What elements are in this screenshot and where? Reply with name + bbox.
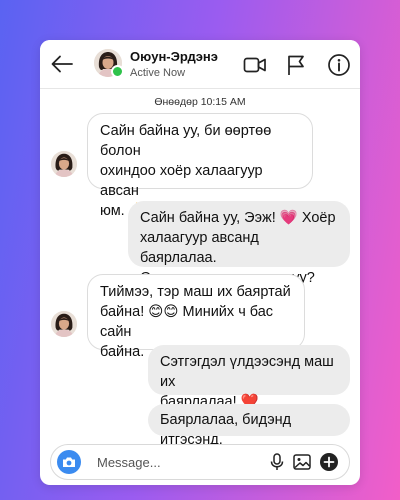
- message-bubble-outgoing[interactable]: Сэтгэгдэл үлдээсэнд маш их баярлалаа! ❤️: [148, 345, 350, 410]
- message-line: Сайн байна уу, би өөртөө болон: [100, 123, 272, 159]
- message-bubble-outgoing[interactable]: Сайн байна уу, Ээж! 💗 Хоёр халаагуур авс…: [128, 201, 350, 286]
- message-line: Сэтгэгдэл үлдээсэнд маш их: [160, 354, 334, 390]
- message-bubble-incoming[interactable]: Сайн байна уу, би өөртөө болон охиндоо х…: [87, 113, 313, 219]
- message-composer: [50, 444, 350, 480]
- message-line: халаагуур авсанд баярлалаа.: [140, 230, 259, 266]
- online-status-dot: [111, 65, 124, 78]
- camera-icon[interactable]: [57, 450, 81, 474]
- conversation-timestamp: Өнөөдөр 10:15 AM: [154, 96, 246, 108]
- flag-icon[interactable]: [283, 52, 309, 78]
- chat-header: Оюун-Эрдэнэ Active Now: [40, 40, 360, 89]
- chat-window: Оюун-Эрдэнэ Active Now Өнөөдөр 10:15 AM: [40, 40, 360, 485]
- sender-avatar[interactable]: [51, 151, 77, 177]
- contact-avatar[interactable]: [94, 49, 124, 78]
- message-line: Тиймээ, тэр маш их баяртай: [100, 284, 291, 300]
- microphone-icon[interactable]: [267, 452, 287, 472]
- message-line: Сайн байна уу, Ээж! 💗 Хоёр: [140, 210, 336, 226]
- contact-name[interactable]: Оюун-Эрдэнэ: [130, 49, 218, 64]
- info-icon[interactable]: [326, 52, 352, 78]
- message-bubble-outgoing[interactable]: Баярлалаа, бидэнд итгэсэнд.: [148, 404, 350, 448]
- message-line: байна! 😊😊 Минийх ч бас сайн: [100, 304, 274, 340]
- message-bubble-incoming[interactable]: Тиймээ, тэр маш их баяртай байна! 😊😊 Мин…: [87, 274, 305, 360]
- gallery-icon[interactable]: [292, 452, 312, 472]
- arrow-left-icon[interactable]: [48, 50, 76, 78]
- video-camera-icon[interactable]: [242, 52, 268, 78]
- sender-avatar[interactable]: [51, 311, 77, 337]
- message-line: охиндоо хоёр халаагуур авсан: [100, 163, 263, 199]
- add-icon[interactable]: [319, 452, 339, 472]
- message-input[interactable]: [97, 452, 257, 472]
- contact-status: Active Now: [130, 67, 186, 79]
